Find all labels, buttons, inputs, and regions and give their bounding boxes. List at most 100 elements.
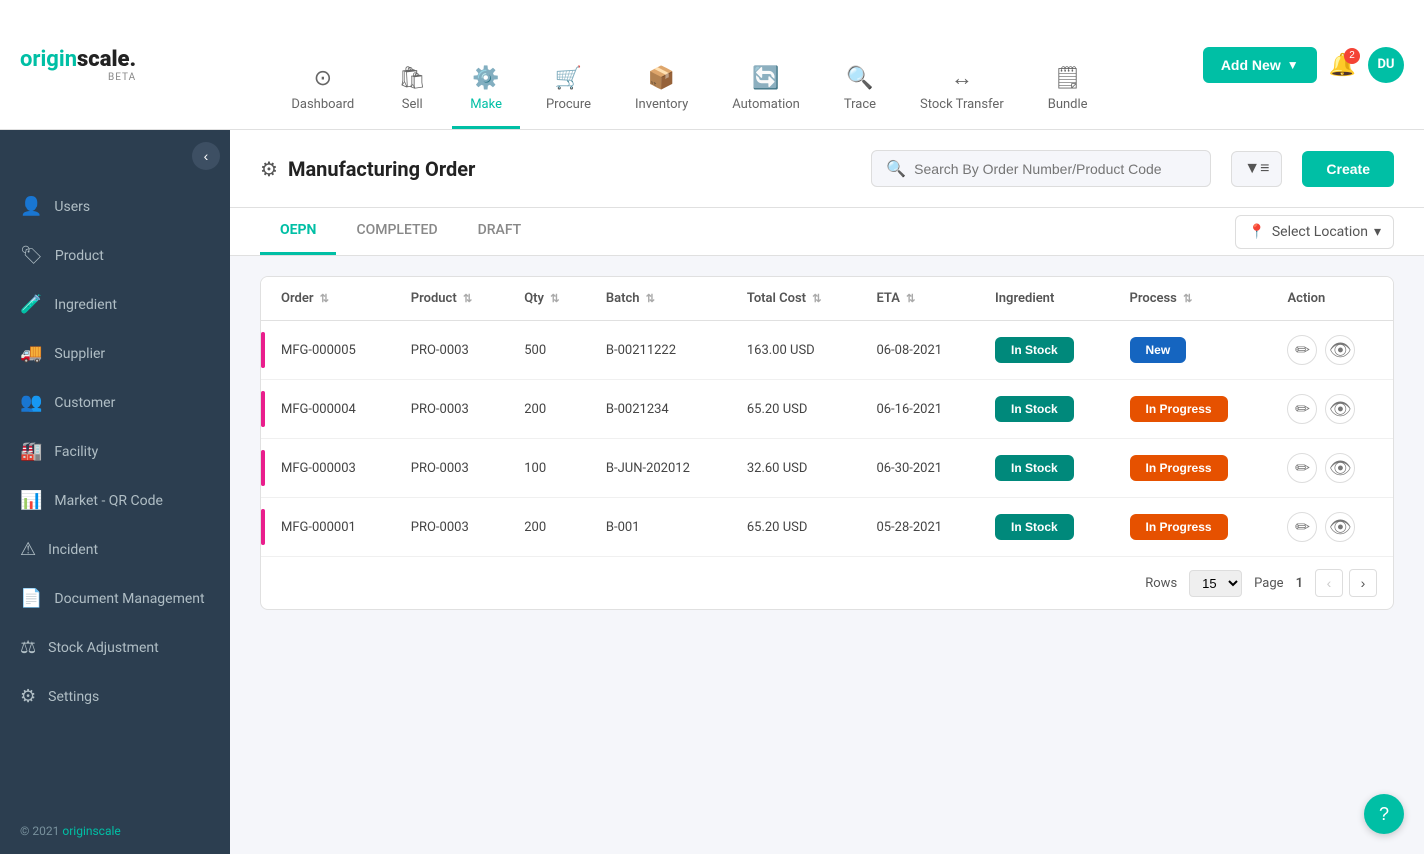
sort-eta-icon[interactable]: ⇅ [906, 292, 915, 305]
cell-batch-0: B-00211222 [590, 321, 731, 380]
sidebar-item-ingredient[interactable]: 🧪 Ingredient [0, 280, 230, 329]
sidebar-item-supplier[interactable]: 🚚 Supplier [0, 329, 230, 378]
cell-batch-1: B-0021234 [590, 380, 731, 439]
stock-adjust-icon: ⚖ [20, 637, 36, 658]
cell-action-1: ✏ 👁 [1271, 380, 1393, 439]
sidebar-item-customer[interactable]: 👥 Customer [0, 378, 230, 427]
process-status-2[interactable]: In Progress [1130, 455, 1228, 481]
edit-button-1[interactable]: ✏ [1287, 394, 1317, 424]
col-eta: ETA ⇅ [860, 277, 979, 321]
tab-oepn[interactable]: OEPN [260, 208, 336, 255]
add-new-button[interactable]: Add New ▼ [1203, 47, 1317, 83]
page-label: Page [1254, 576, 1283, 591]
sidebar-label-users: Users [54, 199, 90, 215]
next-page-button[interactable]: › [1349, 569, 1377, 597]
sidebar-label-settings: Settings [48, 689, 99, 705]
cell-ingredient-0: In Stock [979, 321, 1113, 380]
sort-qty-icon[interactable]: ⇅ [550, 292, 559, 305]
ingredient-status-0[interactable]: In Stock [995, 337, 1074, 363]
cell-qty-2: 100 [508, 439, 590, 498]
sidebar-label-facility: Facility [54, 444, 98, 460]
sidebar-item-settings[interactable]: ⚙ Settings [0, 672, 230, 721]
automation-icon: 🔄 [752, 66, 779, 91]
col-action: Action [1271, 277, 1393, 321]
cell-order-1: MFG-000004 [265, 380, 395, 439]
sort-order-icon[interactable]: ⇅ [320, 292, 329, 305]
sidebar-collapse-button[interactable]: ‹ [192, 142, 220, 170]
nav-label-make: Make [470, 97, 502, 112]
sort-cost-icon[interactable]: ⇅ [812, 292, 821, 305]
nav-item-stock-transfer[interactable]: ↔ Stock Transfer [902, 0, 1022, 129]
nav-item-dashboard[interactable]: ⊙ Dashboard [273, 0, 372, 129]
cell-eta-3: 05-28-2021 [860, 498, 979, 557]
tabs-row: OEPN COMPLETED DRAFT 📍 Select Location ▾ [230, 208, 1424, 256]
help-button[interactable]: ? [1364, 794, 1404, 834]
view-button-3[interactable]: 👁 [1325, 512, 1355, 542]
nav-item-inventory[interactable]: 📦 Inventory [617, 0, 706, 129]
nav-item-trace[interactable]: 🔍 Trace [826, 0, 894, 129]
col-ingredient: Ingredient [979, 277, 1113, 321]
sidebar-item-users[interactable]: 👤 Users [0, 182, 230, 231]
search-input[interactable] [914, 161, 1196, 177]
rows-label: Rows [1145, 576, 1177, 591]
nav-item-automation[interactable]: 🔄 Automation [714, 0, 818, 129]
rows-per-page-select[interactable]: 15 25 50 [1189, 570, 1242, 597]
page-title: Manufacturing Order [288, 157, 475, 181]
logo-text: originscale. [20, 47, 136, 72]
footer-link[interactable]: originscale [62, 824, 120, 838]
nav-item-make[interactable]: ⚙️ Make [452, 0, 520, 129]
cell-action-2: ✏ 👁 [1271, 439, 1393, 498]
sidebar-item-incident[interactable]: ⚠ Incident [0, 525, 230, 574]
incident-icon: ⚠ [20, 539, 36, 560]
customer-icon: 👥 [20, 392, 42, 413]
sidebar-item-stock-adjustment[interactable]: ⚖ Stock Adjustment [0, 623, 230, 672]
sort-batch-icon[interactable]: ⇅ [646, 292, 655, 305]
cell-order-3: MFG-000001 [265, 498, 395, 557]
edit-button-3[interactable]: ✏ [1287, 512, 1317, 542]
select-location-dropdown[interactable]: 📍 Select Location ▾ [1235, 215, 1394, 249]
search-icon: 🔍 [886, 159, 906, 178]
table-row: MFG-000005 PRO-0003 500 B-00211222 163.0… [261, 321, 1393, 380]
tab-draft[interactable]: DRAFT [458, 208, 542, 255]
sidebar-item-document-management[interactable]: 📄 Document Management [0, 574, 230, 623]
tab-completed[interactable]: COMPLETED [336, 208, 457, 255]
edit-button-0[interactable]: ✏ [1287, 335, 1317, 365]
settings-icon: ⚙ [20, 686, 36, 707]
process-status-0[interactable]: New [1130, 337, 1187, 363]
filter-button[interactable]: ▼≡ [1231, 151, 1282, 187]
cell-process-0: New [1114, 321, 1272, 380]
edit-button-2[interactable]: ✏ [1287, 453, 1317, 483]
ingredient-status-2[interactable]: In Stock [995, 455, 1074, 481]
cell-cost-1: 65.20 USD [731, 380, 861, 439]
search-bar: 🔍 [871, 150, 1211, 187]
create-button[interactable]: Create [1302, 151, 1394, 187]
view-button-2[interactable]: 👁 [1325, 453, 1355, 483]
cell-qty-3: 200 [508, 498, 590, 557]
sidebar-label-supplier: Supplier [54, 346, 105, 362]
col-batch: Batch ⇅ [590, 277, 731, 321]
prev-page-button[interactable]: ‹ [1315, 569, 1343, 597]
cell-qty-1: 200 [508, 380, 590, 439]
sidebar-item-product[interactable]: 🏷 Product [0, 231, 230, 280]
process-status-1[interactable]: In Progress [1130, 396, 1228, 422]
sort-product-icon[interactable]: ⇅ [463, 292, 472, 305]
nav-item-sell[interactable]: 🛍 Sell [380, 0, 444, 129]
ingredient-status-3[interactable]: In Stock [995, 514, 1074, 540]
ingredient-status-1[interactable]: In Stock [995, 396, 1074, 422]
view-button-1[interactable]: 👁 [1325, 394, 1355, 424]
app-logo[interactable]: originscale. BETA [20, 47, 136, 83]
notification-button[interactable]: 🔔 2 [1329, 52, 1356, 78]
nav-item-procure[interactable]: 🛒 Procure [528, 0, 609, 129]
sort-process-icon[interactable]: ⇅ [1183, 292, 1192, 305]
cell-batch-2: B-JUN-202012 [590, 439, 731, 498]
cell-order-0: MFG-000005 [265, 321, 395, 380]
nav-item-bundle[interactable]: 🗒 Bundle [1030, 0, 1106, 129]
sidebar-label-stock-adjustment: Stock Adjustment [48, 640, 159, 656]
sidebar-item-facility[interactable]: 🏭 Facility [0, 427, 230, 476]
sidebar-item-market-qr[interactable]: 📊 Market - QR Code [0, 476, 230, 525]
table-row: MFG-000001 PRO-0003 200 B-001 65.20 USD … [261, 498, 1393, 557]
view-button-0[interactable]: 👁 [1325, 335, 1355, 365]
avatar[interactable]: DU [1368, 47, 1404, 83]
sidebar: ‹ 👤 Users 🏷 Product 🧪 Ingredient 🚚 Suppl… [0, 130, 230, 854]
process-status-3[interactable]: In Progress [1130, 514, 1228, 540]
